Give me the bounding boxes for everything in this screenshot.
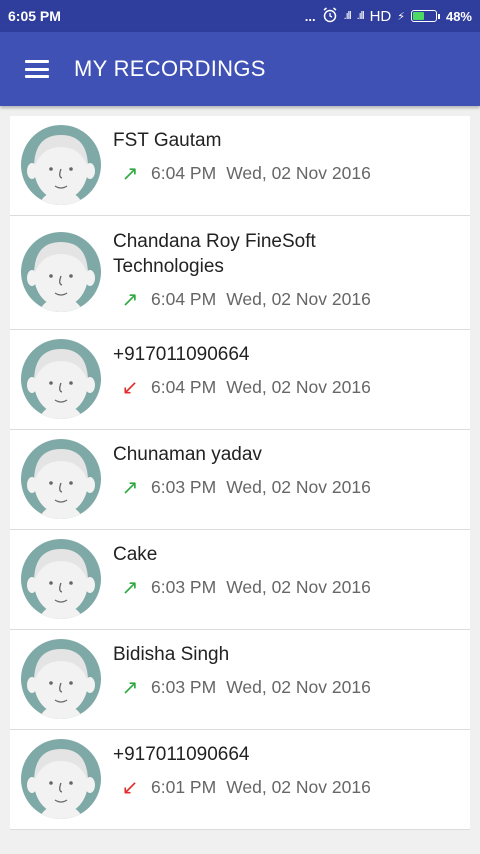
outgoing-call-icon: ↗ bbox=[121, 676, 139, 699]
recording-meta: ↙ 6:01 PM Wed, 02 Nov 2016 bbox=[113, 775, 462, 799]
recording-meta: ↗ 6:03 PM Wed, 02 Nov 2016 bbox=[113, 675, 462, 699]
contact-avatar-icon bbox=[21, 639, 101, 719]
contact-name: Cake bbox=[113, 544, 158, 565]
recording-meta: ↗ 6:04 PM Wed, 02 Nov 2016 bbox=[113, 287, 462, 311]
status-bar: 6:05 PM ... .ıll .ıll HD ⚡ 48% bbox=[0, 0, 480, 32]
incoming-call-icon: ↙ bbox=[121, 376, 139, 399]
status-icons: ... .ıll .ıll HD ⚡ 48% bbox=[304, 6, 472, 26]
signal-strength-1-icon: .ıll bbox=[343, 10, 352, 22]
recording-date: Wed, 02 Nov 2016 bbox=[226, 162, 371, 183]
recording-time: 6:04 PM bbox=[151, 376, 217, 397]
contact-avatar-icon bbox=[21, 125, 101, 205]
recording-date: Wed, 02 Nov 2016 bbox=[226, 376, 371, 397]
recording-info: FST Gautam ↗ 6:04 PM Wed, 02 Nov 2016 bbox=[113, 128, 462, 185]
recording-time: 6:03 PM bbox=[151, 676, 217, 697]
contact-name: Chandana Roy FineSoft Technologies bbox=[113, 231, 316, 277]
contact-name: +917011090664 bbox=[113, 744, 250, 765]
network-type-label: HD bbox=[369, 7, 392, 25]
contact-avatar-icon bbox=[21, 739, 101, 819]
contact-name: Chunaman yadav bbox=[113, 444, 262, 465]
contact-avatar-icon bbox=[21, 539, 101, 619]
signal-strength-2-icon: .ıll bbox=[356, 10, 365, 22]
recording-info: Bidisha Singh ↗ 6:03 PM Wed, 02 Nov 2016 bbox=[113, 642, 462, 699]
recording-row[interactable]: Chunaman yadav ↗ 6:03 PM Wed, 02 Nov 2016 bbox=[10, 430, 470, 530]
status-time: 6:05 PM bbox=[8, 8, 61, 24]
outgoing-call-icon: ↗ bbox=[121, 576, 139, 599]
recording-date: Wed, 02 Nov 2016 bbox=[226, 776, 371, 797]
battery-icon bbox=[410, 10, 440, 22]
recording-row[interactable]: Chandana Roy FineSoft Technologies ↗ 6:04 … bbox=[10, 216, 470, 330]
recording-info: Chandana Roy FineSoft Technologies ↗ 6:04 … bbox=[113, 229, 462, 311]
recording-date: Wed, 02 Nov 2016 bbox=[226, 576, 371, 597]
recording-meta: ↙ 6:04 PM Wed, 02 Nov 2016 bbox=[113, 375, 462, 399]
recording-meta: ↗ 6:03 PM Wed, 02 Nov 2016 bbox=[113, 475, 462, 499]
recording-info: +917011090664 ↙ 6:01 PM Wed, 02 Nov 2016 bbox=[113, 742, 462, 799]
recording-time: 6:01 PM bbox=[151, 776, 217, 797]
recordings-list: FST Gautam ↗ 6:04 PM Wed, 02 Nov 2016 Chanda… bbox=[10, 116, 470, 830]
contact-name: +917011090664 bbox=[113, 344, 250, 365]
recording-row[interactable]: Cake ↗ 6:03 PM Wed, 02 Nov 2016 bbox=[10, 530, 470, 630]
hamburger-menu-icon bbox=[25, 60, 49, 78]
recording-row[interactable]: FST Gautam ↗ 6:04 PM Wed, 02 Nov 2016 bbox=[10, 116, 470, 216]
contact-avatar-icon bbox=[21, 339, 101, 419]
recording-row[interactable]: Bidisha Singh ↗ 6:03 PM Wed, 02 Nov 2016 bbox=[10, 630, 470, 730]
recording-meta: ↗ 6:04 PM Wed, 02 Nov 2016 bbox=[113, 161, 462, 185]
contact-name: FST Gautam bbox=[113, 130, 222, 151]
recording-info: Cake ↗ 6:03 PM Wed, 02 Nov 2016 bbox=[113, 542, 462, 599]
page-title: MY RECORDINGS bbox=[74, 56, 266, 81]
contact-name: Bidisha Singh bbox=[113, 644, 230, 665]
recording-date: Wed, 02 Nov 2016 bbox=[226, 476, 371, 497]
app-bar: MY RECORDINGS bbox=[0, 32, 480, 106]
charging-icon: ⚡ bbox=[397, 10, 405, 23]
incoming-call-icon: ↙ bbox=[121, 776, 139, 799]
outgoing-call-icon: ↗ bbox=[121, 288, 139, 311]
recording-info: Chunaman yadav ↗ 6:03 PM Wed, 02 Nov 2016 bbox=[113, 442, 462, 499]
recording-time: 6:04 PM bbox=[151, 288, 217, 309]
recording-date: Wed, 02 Nov 2016 bbox=[226, 676, 371, 697]
recording-time: 6:03 PM bbox=[151, 576, 217, 597]
more-notifications-icon: ... bbox=[304, 8, 316, 24]
alarm-clock-icon bbox=[322, 6, 338, 26]
recording-time: 6:03 PM bbox=[151, 476, 217, 497]
recording-time: 6:04 PM bbox=[151, 162, 217, 183]
recording-meta: ↗ 6:03 PM Wed, 02 Nov 2016 bbox=[113, 575, 462, 599]
outgoing-call-icon: ↗ bbox=[121, 162, 139, 185]
outgoing-call-icon: ↗ bbox=[121, 476, 139, 499]
contact-avatar-icon bbox=[21, 439, 101, 519]
battery-percent: 48% bbox=[445, 8, 472, 24]
recording-date: Wed, 02 Nov 2016 bbox=[226, 288, 371, 309]
recording-row[interactable]: +917011090664 ↙ 6:01 PM Wed, 02 Nov 2016 bbox=[10, 730, 470, 830]
contact-avatar-icon bbox=[21, 232, 101, 312]
recording-info: +917011090664 ↙ 6:04 PM Wed, 02 Nov 2016 bbox=[113, 342, 462, 399]
menu-button[interactable] bbox=[0, 32, 74, 106]
recording-row[interactable]: +917011090664 ↙ 6:04 PM Wed, 02 Nov 2016 bbox=[10, 330, 470, 430]
